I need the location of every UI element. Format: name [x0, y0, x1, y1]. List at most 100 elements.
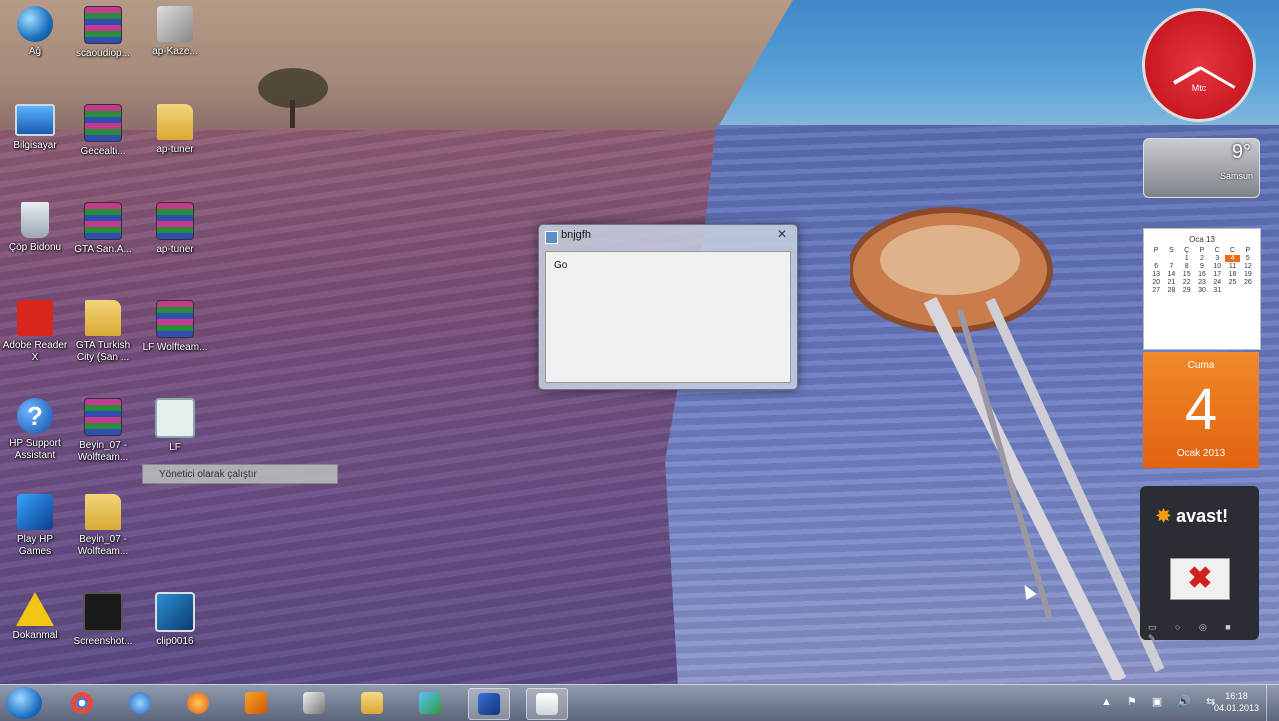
tray-clock[interactable]: 16:18 04.01.2013 — [1214, 690, 1259, 714]
calendar-day[interactable]: 30 — [1195, 287, 1209, 294]
desktop-icon[interactable]: Çöp Bidonu — [0, 202, 70, 254]
desktop-icon[interactable]: ? HP Support Assistant — [0, 398, 70, 462]
desktop-icon-label: Screenshot... — [73, 636, 133, 647]
calendar-day[interactable]: 3 — [1210, 255, 1224, 262]
tray-icons[interactable]: ▲ ⚑ ▣ 🔊 ⇆ — [1101, 695, 1221, 708]
desktop-icon[interactable]: Beyin_07 - Wolfteam... — [68, 494, 138, 558]
dialog-title: bnjgfh — [561, 229, 591, 241]
calendar-weekday: S — [1169, 247, 1174, 254]
ie-icon — [129, 692, 151, 714]
desktop-icon[interactable]: GTA Turkish City (San ... — [68, 300, 138, 364]
desktop-icon-label: GTA Turkish City (San ... — [75, 340, 131, 363]
app-icon — [155, 398, 195, 438]
avast-logo-mark: ✸ — [1156, 506, 1172, 526]
avast-status-x-icon[interactable]: ✖ — [1170, 558, 1230, 600]
calendar-weekday: Ç — [1184, 247, 1190, 254]
calendar-day[interactable]: 8 — [1180, 263, 1194, 270]
desktop-icon[interactable]: Bilgisayar — [0, 104, 70, 152]
explorer-icon — [361, 692, 383, 714]
desktop-icon[interactable]: clip0016 — [140, 592, 210, 648]
calendar-day[interactable]: 9 — [1195, 263, 1209, 270]
desktop-icon[interactable]: Dokanmal — [0, 592, 70, 642]
desktop-icon[interactable]: scaoudiop... — [68, 6, 138, 60]
desktop-icon[interactable]: Gecealti... — [68, 104, 138, 158]
calendar-day[interactable]: 12 — [1241, 263, 1255, 270]
calendar-day[interactable]: 5 — [1241, 255, 1255, 262]
calendar-day[interactable]: 25 — [1225, 279, 1239, 286]
dialog-window[interactable]: bnjgfh ✕ Go — [538, 224, 798, 390]
calendar-day — [1241, 287, 1255, 294]
desktop-icon[interactable]: ap-tuner — [140, 202, 210, 256]
calendar-day[interactable]: 4 — [1225, 255, 1240, 262]
calendar-day[interactable]: 23 — [1195, 279, 1209, 286]
folder-icon — [85, 300, 121, 336]
calendar-weekday: P — [1153, 247, 1159, 254]
calendar-day[interactable]: 15 — [1180, 271, 1194, 278]
calendar-gadget[interactable]: Oca 13 P S Ç P C C P 1 2 3 4 5 6 7 8 9 10 11 12 13 14 15 16 17 1… — [1143, 228, 1261, 350]
taskbar-app-active-button[interactable] — [468, 688, 510, 720]
close-icon[interactable]: ✕ — [777, 227, 787, 241]
calendar-day[interactable]: 16 — [1195, 271, 1209, 278]
clock-gadget[interactable]: Mtc — [1142, 8, 1256, 122]
desktop-icon[interactable]: GTA San.A... — [68, 202, 138, 256]
tooltip-text: Yönetici olarak çalıştır — [159, 469, 257, 480]
avast-gadget[interactable]: ✸ avast! ✖ ▭ ○ ◎ ■ ✎ — [1140, 486, 1259, 643]
calendar-day[interactable]: 27 — [1149, 287, 1163, 294]
taskbar-chrome-button[interactable] — [62, 688, 102, 718]
calendar-day[interactable]: 19 — [1241, 271, 1255, 278]
taskbar-notepad-button[interactable] — [526, 688, 568, 720]
media-player-icon — [245, 692, 267, 714]
desktop-icon[interactable]: LF Wolfteam... — [140, 300, 210, 354]
calendar-day[interactable]: 22 — [1180, 279, 1194, 286]
calendar-day[interactable]: 1 — [1180, 255, 1194, 262]
desktop-icon[interactable]: ap-Kaze... — [140, 6, 210, 58]
calendar-weekday: C — [1230, 247, 1236, 254]
day-gadget[interactable]: Cuma 4 Ocak 2013 — [1143, 352, 1259, 468]
calendar-day[interactable]: 2 — [1195, 255, 1209, 262]
calendar-day[interactable]: 11 — [1225, 263, 1239, 270]
desktop-icon[interactable]: ap-tuner — [140, 104, 210, 156]
calendar-day[interactable]: 18 — [1225, 271, 1239, 278]
calendar-day[interactable]: 24 — [1210, 279, 1224, 286]
clip-icon — [155, 592, 195, 632]
desktop-icon[interactable]: Play HP Games — [0, 494, 70, 558]
desktop-icon-label: Ağ — [28, 46, 42, 57]
taskbar-messenger-button[interactable] — [410, 688, 450, 718]
calendar-day[interactable]: 28 — [1164, 287, 1178, 294]
desktop-icon[interactable]: LF — [140, 398, 210, 454]
calendar-day[interactable]: 10 — [1210, 263, 1224, 270]
desktop-icon-label: Beyin_07 - Wolfteam... — [77, 534, 129, 557]
weather-gadget[interactable]: 9° Samsun — [1143, 138, 1260, 198]
desktop-icon-label: ap-tuner — [156, 144, 194, 155]
calendar-day[interactable]: 29 — [1180, 287, 1194, 294]
app-active-icon — [478, 693, 500, 715]
rar-icon — [84, 6, 122, 44]
calendar-day[interactable]: 31 — [1210, 287, 1224, 294]
calendar-day[interactable]: 17 — [1210, 271, 1224, 278]
desktop-icon-label: clip0016 — [156, 636, 194, 647]
start-button[interactable] — [6, 687, 42, 719]
calendar-day[interactable]: 14 — [1164, 271, 1178, 278]
taskbar-explorer-button[interactable] — [352, 688, 392, 718]
calendar-day[interactable]: 7 — [1164, 263, 1178, 270]
folder-icon — [85, 494, 121, 530]
taskbar-unity-button[interactable] — [294, 688, 334, 718]
calendar-day[interactable]: 21 — [1164, 279, 1178, 286]
calendar-day[interactable]: 20 — [1149, 279, 1163, 286]
taskbar-media-player-button[interactable] — [236, 688, 276, 718]
taskbar-ie-button[interactable] — [120, 688, 160, 718]
taskbar-firefox-button[interactable] — [178, 688, 218, 718]
desktop-icon[interactable]: Screenshot... — [68, 592, 138, 648]
desktop-icon-label: GTA San.A... — [74, 244, 132, 255]
desktop-icon[interactable]: Ağ — [0, 6, 70, 58]
desktop-icon[interactable]: Adobe Reader X — [0, 300, 70, 364]
rar-icon — [156, 202, 194, 240]
calendar-day[interactable]: 6 — [1149, 263, 1163, 270]
desktop-icon[interactable]: Beyin_07 - Wolfteam... — [68, 398, 138, 464]
weather-city: Samsun — [1219, 171, 1253, 181]
show-desktop-button[interactable] — [1266, 685, 1279, 721]
calendar-day[interactable]: 13 — [1149, 271, 1163, 278]
pdf-icon — [17, 300, 53, 336]
calendar-day[interactable]: 26 — [1241, 279, 1255, 286]
avast-footer-icons[interactable]: ▭ ○ ◎ ■ ✎ — [1148, 622, 1259, 644]
